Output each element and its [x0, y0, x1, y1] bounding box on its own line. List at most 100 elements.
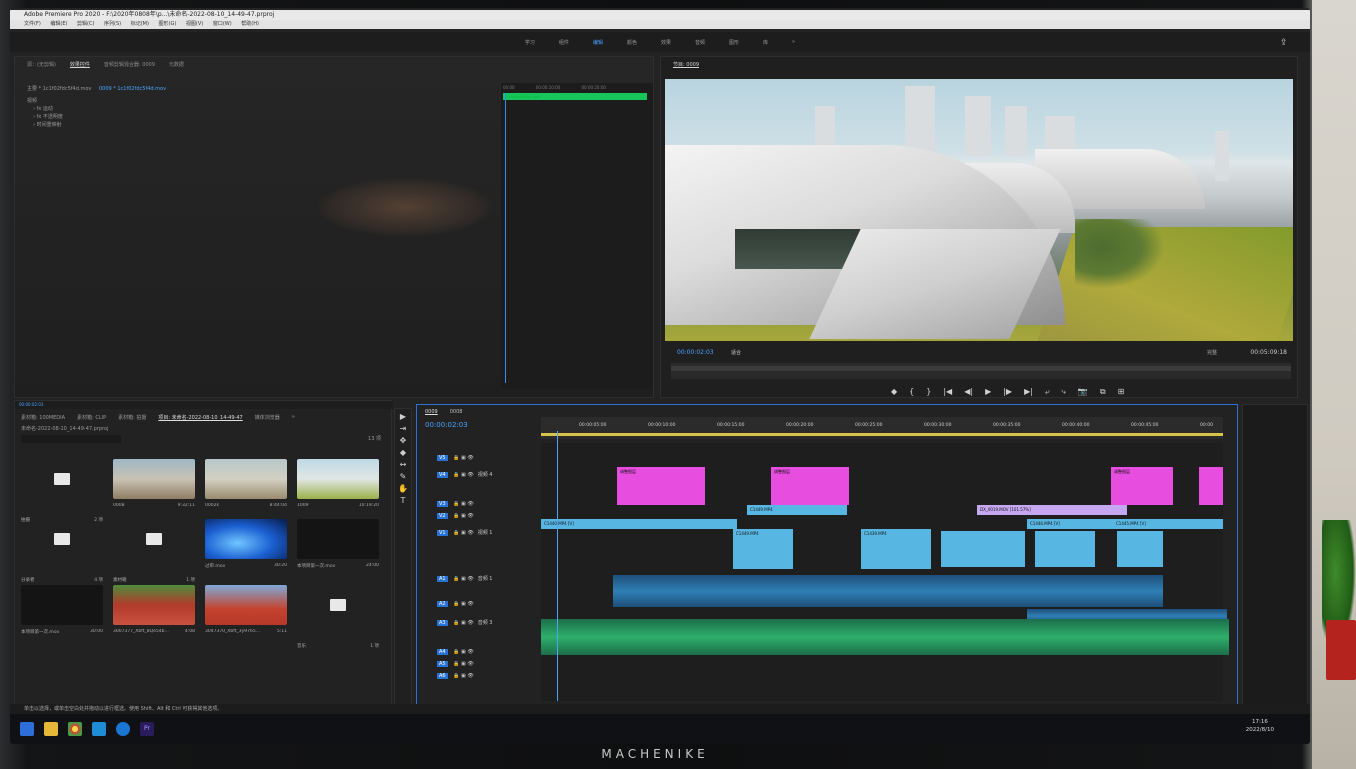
track-controls[interactable]: 🔒 ▣ 👁: [452, 576, 474, 582]
mark-in-button[interactable]: {: [909, 387, 914, 397]
mark-out-button[interactable]: }: [926, 387, 931, 397]
workspace-audio[interactable]: 音频: [695, 39, 705, 46]
track-header-v4[interactable]: V4 🔒 ▣ 👁 视频 4: [437, 471, 557, 478]
project-item[interactable]: 素材箱 1 项: [113, 519, 195, 583]
safe-margins-button[interactable]: ⊞: [1118, 387, 1125, 397]
project-item[interactable]: 1009 10:19:20: [297, 459, 379, 517]
razor-tool-icon[interactable]: ◆: [395, 448, 411, 457]
chrome-icon[interactable]: [68, 722, 82, 736]
menu-markers[interactable]: 标记(M): [131, 21, 149, 27]
track-controls[interactable]: 🔒 ▣ 👁: [452, 530, 474, 536]
tab-bin-shoot[interactable]: 素材箱: 拍摄: [118, 414, 146, 421]
video-clip-block[interactable]: [1035, 531, 1095, 567]
zoom-select[interactable]: 适合: [731, 349, 741, 356]
mini-playhead[interactable]: [505, 93, 506, 383]
track-controls[interactable]: 🔒 ▣ 👁: [452, 455, 474, 461]
type-tool-icon[interactable]: T: [395, 496, 411, 505]
selection-tool-icon[interactable]: ▶: [395, 412, 411, 421]
menu-help[interactable]: 帮助(H): [241, 21, 259, 27]
timeline-clip[interactable]: 调整图层: [1111, 467, 1173, 505]
tab-effect-controls[interactable]: 效果控件: [70, 61, 90, 68]
export-frame-button[interactable]: 📷: [1078, 387, 1088, 397]
track-controls[interactable]: 🔒 ▣ 👁: [452, 661, 474, 667]
pen-tool-icon[interactable]: ✎: [395, 472, 411, 481]
step-forward-button[interactable]: |▶: [1003, 387, 1012, 397]
tab-source[interactable]: 源：(无剪辑): [27, 61, 56, 68]
play-button[interactable]: ▶: [985, 387, 991, 397]
track-header-v2[interactable]: V2 🔒 ▣ 👁: [437, 513, 557, 519]
project-item[interactable]: 本项目第一次.mov 24:00: [297, 519, 379, 577]
timeline-clip[interactable]: DX_0019.MOV [101.57%]: [977, 505, 1127, 515]
project-item[interactable]: 本项目第一次.mov 30:00: [21, 585, 103, 643]
track-controls[interactable]: 🔒 ▣ 👁: [452, 649, 474, 655]
timeline-timecode[interactable]: 00:00:02:03: [425, 421, 468, 429]
step-back-button[interactable]: ◀|: [964, 387, 973, 397]
timeline-clip[interactable]: C1446.MP4 [V]: [1027, 519, 1123, 529]
program-scrubber[interactable]: [671, 363, 1291, 379]
audio-clip-a3[interactable]: [541, 619, 1229, 655]
track-controls[interactable]: 🔒 ▣ 👁: [452, 472, 474, 478]
track-header-a5[interactable]: A5 🔒 ▣ 👁: [437, 661, 557, 667]
project-item[interactable]: 分录者 4 项: [21, 519, 103, 583]
extract-button[interactable]: ⤷: [1061, 387, 1065, 397]
menu-sequence[interactable]: 序列(S): [104, 21, 121, 27]
timeline-clip[interactable]: [1199, 467, 1223, 505]
effect-motion[interactable]: › fx 运动: [33, 105, 53, 112]
video-clip-block[interactable]: [941, 531, 1025, 567]
tab-bin-100media[interactable]: 素材箱: 100MEDIA: [21, 414, 65, 421]
quick-export-icon[interactable]: ⇪: [1280, 38, 1290, 48]
browser-icon[interactable]: [116, 722, 130, 736]
effect-opacity[interactable]: › fx 不透明度: [33, 113, 63, 120]
project-item[interactable]: 0002k 8:44:04: [205, 459, 287, 517]
workspace-graphics[interactable]: 图形: [729, 39, 739, 46]
track-header-a2[interactable]: A2 🔒 ▣ 👁: [437, 601, 557, 607]
menu-edit[interactable]: 编辑(E): [50, 21, 67, 27]
tab-sequence-0008[interactable]: 0008: [450, 409, 463, 415]
timeline-ruler[interactable]: 00:00:05:00 00:00:10:00 00:00:15:00 00:00:2…: [541, 417, 1223, 439]
menu-view[interactable]: 视图(V): [186, 21, 203, 27]
app-icon[interactable]: [92, 722, 106, 736]
menu-window[interactable]: 窗口(W): [213, 21, 232, 27]
tab-project[interactable]: 项目: 未命名-2022-08-10_14-49-47: [158, 414, 242, 421]
hand-tool-icon[interactable]: ✋: [395, 484, 411, 493]
effect-time-remap[interactable]: › 时间重映射: [33, 121, 62, 128]
tab-media-browser[interactable]: 媒体浏览器: [255, 414, 280, 421]
video-clip-block[interactable]: [1117, 531, 1163, 567]
workspace-effects[interactable]: 效果: [661, 39, 671, 46]
track-header-v5[interactable]: V5 🔒 ▣ 👁: [437, 455, 557, 461]
quality-select[interactable]: 完整: [1207, 349, 1217, 356]
track-header-v3[interactable]: V3 🔒 ▣ 👁: [437, 501, 557, 507]
track-select-tool-icon[interactable]: ⇥: [395, 424, 411, 433]
lift-button[interactable]: ⤶: [1045, 387, 1049, 397]
ripple-edit-tool-icon[interactable]: ✥: [395, 436, 411, 445]
menu-graphics[interactable]: 图形(G): [159, 21, 177, 27]
timeline-tracks-area[interactable]: 调整图层 调整图层 调整图层 C1449.MP4 DX_0019.MOV [101.57…: [541, 443, 1229, 701]
track-header-a4[interactable]: A4 🔒 ▣ 👁: [437, 649, 557, 655]
go-to-in-button[interactable]: |◀: [943, 387, 952, 397]
workspace-libraries[interactable]: 库: [763, 39, 768, 46]
track-header-a1[interactable]: A1 🔒 ▣ 👁 音频 1: [437, 575, 557, 582]
track-controls[interactable]: 🔒 ▣ 👁: [452, 620, 474, 626]
workspace-learning[interactable]: 学习: [525, 39, 535, 46]
tab-sequence-0009[interactable]: 0009: [425, 409, 438, 415]
project-search-input[interactable]: [21, 435, 121, 443]
start-icon[interactable]: [20, 722, 34, 736]
timeline-clip[interactable]: C1439.MP4: [861, 529, 931, 569]
track-controls[interactable]: 🔒 ▣ 👁: [452, 513, 474, 519]
go-to-out-button[interactable]: ▶|: [1024, 387, 1033, 397]
timeline-clip[interactable]: C1449.MP4: [747, 505, 847, 515]
audio-clip-a1[interactable]: [613, 575, 1163, 607]
file-explorer-icon[interactable]: [44, 722, 58, 736]
work-area-bar[interactable]: [541, 433, 1223, 436]
effect-mini-timeline[interactable]: 00:00 00:00:10:00 00:00:20:00 1c1f02fdc5…: [501, 83, 653, 389]
timeline-clip[interactable]: C1440.MP4 [V]: [541, 519, 737, 529]
project-item[interactable]: 3047370_Xbft_3y9765... 5:11: [205, 585, 287, 643]
mini-clip[interactable]: 1c1f02fdc5f4d.mov: [503, 93, 647, 100]
add-marker-button[interactable]: ◆: [891, 387, 897, 397]
track-controls[interactable]: 🔒 ▣ 👁: [452, 601, 474, 607]
project-item[interactable]: 0008 9:32:11: [113, 459, 195, 517]
slip-tool-icon[interactable]: ↔: [395, 460, 411, 469]
sequence-path[interactable]: 0009 * 1c1f02fdc5f4d.mov: [99, 86, 166, 92]
track-controls[interactable]: 🔒 ▣ 👁: [452, 501, 474, 507]
program-title[interactable]: 节目: 0009: [673, 61, 699, 68]
